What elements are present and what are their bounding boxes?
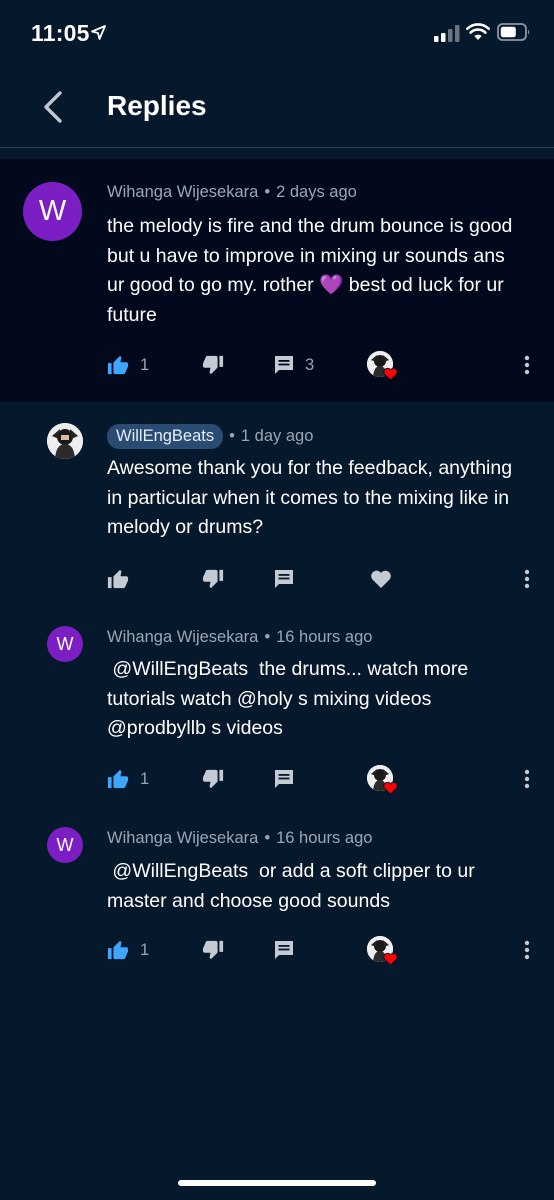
avatar[interactable]: W (47, 827, 83, 863)
comment-text: @WillEngBeats the drums... watch more tu… (107, 658, 474, 739)
comment-author[interactable]: Wihanga Wijesekara (107, 829, 258, 848)
like-button[interactable]: 1 (106, 932, 149, 968)
creator-author-badge[interactable]: WillEngBeats (107, 424, 224, 449)
more-vertical-icon (524, 569, 530, 589)
thumbs-up-icon (107, 769, 129, 789)
comment-meta: Wihanga Wijesekara • 16 hours ago (107, 628, 372, 647)
reply-count: 3 (305, 355, 315, 374)
more-vertical-icon (524, 769, 530, 789)
thumbs-up-icon (107, 355, 129, 375)
reply-button[interactable]: 3 (273, 347, 314, 383)
comment-meta: Wihanga Wijesekara • 2 days ago (107, 183, 357, 202)
reply-item: WillEngBeats • 1 day ago Awesome thank y… (0, 422, 554, 622)
meta-separator: • (264, 183, 271, 201)
like-count: 1 (140, 769, 150, 788)
thumbs-up-icon (107, 940, 129, 960)
comment-icon (275, 770, 293, 788)
comment-icon (275, 356, 293, 374)
comment-text: Awesome thank you for the feedback, anyt… (107, 457, 513, 538)
battery-icon (497, 23, 530, 41)
more-options-button[interactable] (518, 561, 536, 597)
heart-icon (383, 781, 398, 795)
comment-meta: Wihanga Wijesekara • 16 hours ago (107, 829, 372, 848)
avatar-initial: W (38, 195, 67, 227)
comment-meta: WillEngBeats • 1 day ago (107, 424, 313, 449)
like-count: 1 (140, 940, 150, 959)
creator-heart (366, 932, 398, 968)
reply-item: W Wihanga Wijesekara • 16 hours ago @Wil… (0, 625, 554, 815)
comment-actions: 1 (0, 932, 554, 968)
creator-avatar-image (47, 423, 83, 459)
thumbs-down-icon (202, 355, 224, 375)
page-title: Replies (107, 90, 207, 121)
comment-text: @WillEngBeats or add a soft clipper to u… (107, 860, 481, 912)
comment-time: 16 hours ago (276, 628, 373, 646)
like-button[interactable] (106, 561, 130, 597)
heart-button[interactable] (370, 561, 392, 597)
comment-time: 16 hours ago (276, 829, 373, 847)
meta-separator: • (264, 829, 271, 847)
comment-actions: 1 (0, 761, 554, 797)
reply-button[interactable] (273, 761, 295, 797)
heart-icon (383, 952, 398, 966)
heart-icon (383, 367, 398, 381)
avatar-initial: W (56, 834, 74, 855)
location-arrow-icon (91, 25, 106, 40)
comment-author[interactable]: Wihanga Wijesekara (107, 183, 258, 202)
comment-icon (275, 941, 293, 959)
header-bar: Replies (0, 68, 554, 148)
meta-separator: • (229, 427, 235, 445)
thumbs-up-icon (107, 569, 129, 589)
avatar-initial: W (56, 633, 74, 654)
dislike-button[interactable] (201, 761, 225, 797)
more-options-button[interactable] (518, 761, 536, 797)
wifi-icon (466, 23, 490, 40)
comment-author[interactable]: Wihanga Wijesekara (107, 628, 258, 647)
back-button[interactable] (30, 82, 76, 132)
status-time: 11:05 (31, 20, 90, 46)
meta-separator: • (264, 628, 271, 646)
thumbs-down-icon (202, 769, 224, 789)
home-indicator[interactable] (178, 1180, 376, 1186)
thumbs-down-icon (202, 569, 224, 589)
cellular-signal-icon (434, 25, 460, 42)
dislike-button[interactable] (201, 561, 225, 597)
comment-icon (275, 570, 293, 588)
more-vertical-icon (524, 940, 530, 960)
avatar[interactable]: W (23, 182, 82, 241)
more-vertical-icon (524, 355, 530, 375)
status-bar: 11:05 (0, 0, 554, 68)
reply-button[interactable] (273, 561, 295, 597)
dislike-button[interactable] (201, 932, 225, 968)
avatar[interactable]: W (47, 626, 83, 662)
chevron-left-icon (44, 91, 62, 123)
like-button[interactable]: 1 (106, 347, 149, 383)
thumbs-down-icon (202, 940, 224, 960)
more-options-button[interactable] (518, 932, 536, 968)
avatar[interactable] (47, 423, 83, 459)
reply-button[interactable] (273, 932, 295, 968)
parent-comment: W Wihanga Wijesekara • 2 days ago the me… (0, 159, 554, 402)
comment-actions (0, 561, 554, 597)
reply-item: W Wihanga Wijesekara • 16 hours ago @Wil… (0, 826, 554, 986)
heart-icon (371, 570, 391, 588)
comment-text: the melody is fire and the drum bounce i… (107, 215, 513, 326)
comment-time: 1 day ago (240, 427, 314, 445)
dislike-button[interactable] (201, 347, 225, 383)
like-count: 1 (140, 355, 150, 374)
header-divider (0, 147, 554, 148)
comment-time: 2 days ago (276, 183, 357, 201)
creator-heart (366, 347, 398, 383)
comment-actions: 1 3 (0, 347, 554, 383)
more-options-button[interactable] (518, 347, 536, 383)
like-button[interactable]: 1 (106, 761, 149, 797)
creator-heart (366, 761, 398, 797)
